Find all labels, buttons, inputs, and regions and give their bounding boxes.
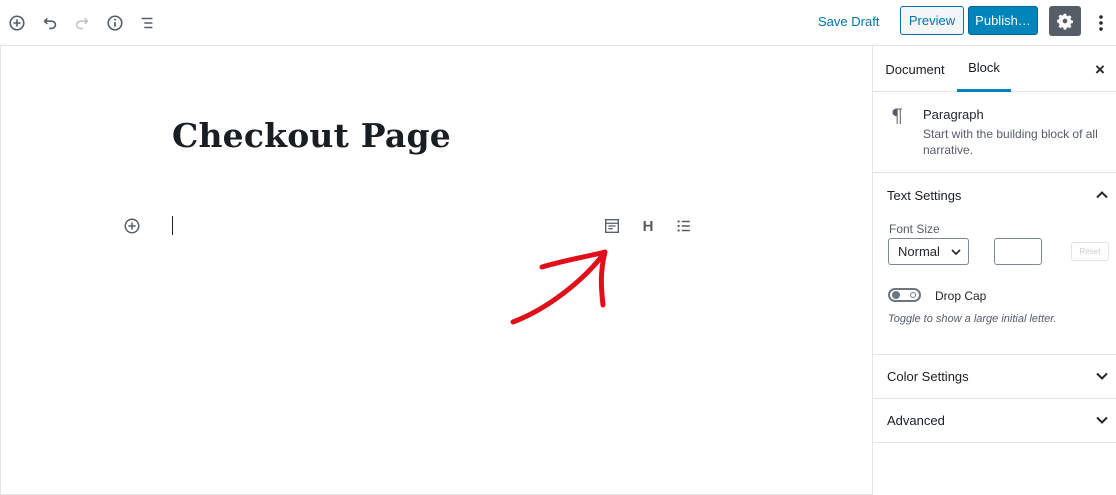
settings-button[interactable] [1049,6,1081,36]
chevron-down-icon [1096,372,1108,380]
list-icon [677,220,690,232]
font-size-select[interactable]: Normal [888,238,969,265]
add-heading-button[interactable]: H [636,214,660,238]
close-sidebar-icon[interactable]: × [1095,60,1105,80]
advanced-title: Advanced [887,413,945,428]
tab-document[interactable]: Document [873,46,957,92]
panel-divider [873,442,1116,443]
chevron-down-icon [1096,416,1108,424]
info-icon[interactable] [101,9,129,37]
form-icon [605,219,619,233]
chevron-up-icon [1096,191,1108,199]
advanced-panel-toggle[interactable]: Advanced [873,399,1116,443]
block-inserter-button[interactable] [122,216,142,236]
text-settings-panel-toggle[interactable]: Text Settings [873,174,1116,218]
paragraph-icon: ¶ [891,105,904,127]
color-settings-panel-toggle[interactable]: Color Settings [873,355,1116,399]
toggle-knob [892,291,900,299]
top-toolbar: Save Draft Preview Publish… [0,0,1116,46]
custom-font-size-input[interactable] [994,238,1042,265]
drop-cap-help-text: Toggle to show a large initial letter. [888,313,1057,325]
block-card: ¶ Paragraph Start with the building bloc… [873,93,1116,173]
post-title[interactable]: Checkout Page [172,116,451,155]
gear-icon [1057,13,1073,30]
drop-cap-label: Drop Cap [935,289,987,303]
publish-button[interactable]: Publish… [968,6,1038,35]
block-description: Start with the building block of all nar… [923,127,1098,157]
add-block-icon[interactable] [3,9,31,37]
annotation-arrow [510,249,608,325]
add-form-block-button[interactable] [600,214,624,238]
text-cursor[interactable] [172,216,173,235]
tab-block[interactable]: Block [957,46,1011,92]
more-options-button[interactable] [1090,9,1112,37]
block-name: Paragraph [923,107,984,122]
font-size-reset-button[interactable]: Reset [1071,242,1109,261]
editor-canvas: Checkout Page H [0,46,872,495]
heading-icon: H [642,217,654,235]
redo-icon[interactable] [68,9,96,37]
undo-icon[interactable] [36,9,64,37]
toggle-off-indicator [910,292,916,298]
more-vertical-icon [1099,15,1103,31]
plus-circle-icon [124,218,140,234]
sidebar-tabs: Document Block × [873,46,1116,92]
text-settings-title: Text Settings [887,188,962,203]
preview-button[interactable]: Preview [900,6,964,35]
drop-cap-toggle[interactable] [888,288,921,302]
chevron-down-icon [951,249,961,256]
block-navigation-icon[interactable] [133,9,161,37]
font-size-label: Font Size [889,222,940,236]
font-size-selected-value: Normal [898,244,940,259]
settings-sidebar: Document Block × ¶ Paragraph Start with … [872,46,1116,495]
color-settings-title: Color Settings [887,369,969,384]
add-list-button[interactable] [672,214,696,238]
save-draft-button[interactable]: Save Draft [818,14,879,29]
